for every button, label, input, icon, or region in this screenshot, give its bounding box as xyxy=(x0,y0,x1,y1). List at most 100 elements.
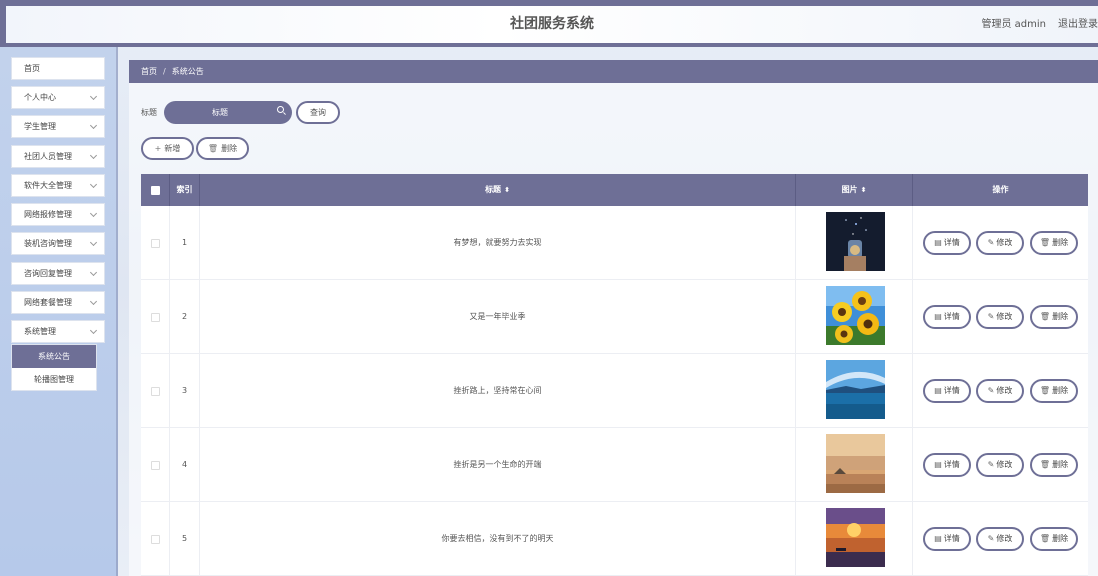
search-icon[interactable] xyxy=(277,106,284,113)
detail-button[interactable]: ▤ 详情 xyxy=(923,527,971,551)
logout-link[interactable]: 退出登录 xyxy=(1058,6,1098,43)
breadcrumb: 首页 / 系统公告 xyxy=(129,60,1098,83)
sidebar-item-network-plans[interactable]: 网络套餐管理 xyxy=(11,291,105,314)
trash-icon: 🗑 xyxy=(1039,386,1051,395)
title-cell: 你要去相信，没有到不了的明天 xyxy=(200,502,796,576)
document-icon: ▤ xyxy=(934,534,942,543)
index-cell: 1 xyxy=(170,206,200,280)
announcement-image xyxy=(826,360,885,419)
delete-button[interactable]: 🗑 删除 xyxy=(196,137,249,160)
pencil-icon: ✎ xyxy=(987,386,995,395)
row-checkbox[interactable] xyxy=(151,535,160,544)
header: 社团服务系统 管理员 admin 退出登录 xyxy=(6,6,1098,43)
delete-label: 删除 xyxy=(1052,460,1069,469)
image-cell xyxy=(796,428,913,502)
submenu-item-announcements[interactable]: 系统公告 xyxy=(12,345,96,368)
image-cell xyxy=(796,280,913,354)
row-checkbox[interactable] xyxy=(151,313,160,322)
announcement-image xyxy=(826,286,885,345)
breadcrumb-separator: / xyxy=(163,67,166,76)
delete-row-button[interactable]: 🗑 删除 xyxy=(1030,305,1078,329)
trash-icon: 🗑 xyxy=(207,144,219,153)
trash-icon: 🗑 xyxy=(1039,534,1051,543)
sidebar-item-install-consult[interactable]: 装机咨询管理 xyxy=(11,232,105,255)
title-cell: 挫折是另一个生命的开端 xyxy=(200,428,796,502)
image-cell xyxy=(796,354,913,428)
table-row: 1 有梦想，就要努力去实现 ▤ 详情 ✎ 修改 🗑 删除 xyxy=(141,206,1088,280)
sidebar-item-profile[interactable]: 个人中心 xyxy=(11,86,105,109)
edit-label: 修改 xyxy=(996,238,1013,247)
plus-icon: + xyxy=(154,144,162,153)
breadcrumb-current: 系统公告 xyxy=(171,67,204,76)
row-checkbox[interactable] xyxy=(151,239,160,248)
edit-label: 修改 xyxy=(996,386,1013,395)
delete-label: 删除 xyxy=(1052,534,1069,543)
ops-cell: ▤ 详情 ✎ 修改 🗑 删除 xyxy=(913,280,1088,354)
document-icon: ▤ xyxy=(934,238,942,247)
chevron-down-icon xyxy=(89,209,98,218)
detail-label: 详情 xyxy=(943,534,960,543)
search-input[interactable]: 标题 xyxy=(164,101,292,124)
index-cell: 5 xyxy=(170,502,200,576)
sidebar-item-home[interactable]: 首页 xyxy=(11,57,105,80)
row-checkbox[interactable] xyxy=(151,461,160,470)
edit-button[interactable]: ✎ 修改 xyxy=(976,527,1024,551)
chevron-down-icon xyxy=(89,92,98,101)
detail-button[interactable]: ▤ 详情 xyxy=(923,305,971,329)
edit-label: 修改 xyxy=(996,460,1013,469)
title-cell: 又是一年毕业季 xyxy=(200,280,796,354)
row-checkbox[interactable] xyxy=(151,387,160,396)
sidebar-item-consult-reply[interactable]: 咨询回复管理 xyxy=(11,262,105,285)
query-button[interactable]: 查询 xyxy=(296,101,340,124)
sidebar-item-system[interactable]: 系统管理 xyxy=(11,320,105,343)
search-label: 标题 xyxy=(141,108,157,117)
edit-button[interactable]: ✎ 修改 xyxy=(976,453,1024,477)
trash-icon: 🗑 xyxy=(1039,312,1051,321)
delete-row-button[interactable]: 🗑 删除 xyxy=(1030,231,1078,255)
detail-button[interactable]: ▤ 详情 xyxy=(923,453,971,477)
delete-row-button[interactable]: 🗑 删除 xyxy=(1030,379,1078,403)
add-button[interactable]: + 新增 xyxy=(141,137,194,160)
sidebar-item-label: 网络套餐管理 xyxy=(24,298,72,307)
ops-cell: ▤ 详情 ✎ 修改 🗑 删除 xyxy=(913,354,1088,428)
pencil-icon: ✎ xyxy=(987,534,995,543)
user-info: 管理员 admin xyxy=(981,19,1046,30)
edit-button[interactable]: ✎ 修改 xyxy=(976,379,1024,403)
sidebar-item-club-members[interactable]: 社团人员管理 xyxy=(11,145,105,168)
sidebar-item-label: 软件大全管理 xyxy=(24,181,72,190)
sidebar-item-network-repair[interactable]: 网络报修管理 xyxy=(11,203,105,226)
sidebar-item-label: 首页 xyxy=(24,64,40,73)
sidebar-item-label: 装机咨询管理 xyxy=(24,239,72,248)
chevron-down-icon xyxy=(89,297,98,306)
select-all-checkbox[interactable] xyxy=(151,186,160,195)
header-image[interactable]: 图片 ⬍ xyxy=(796,174,913,206)
edit-button[interactable]: ✎ 修改 xyxy=(976,305,1024,329)
header-ops: 操作 xyxy=(992,185,1009,194)
delete-row-button[interactable]: 🗑 删除 xyxy=(1030,453,1078,477)
table-header: 索引 标题 ⬍ 图片 ⬍ 操作 xyxy=(141,174,1088,206)
edit-button[interactable]: ✎ 修改 xyxy=(976,231,1024,255)
edit-label: 修改 xyxy=(996,534,1013,543)
table-row: 4 挫折是另一个生命的开端 ▤ 详情 ✎ 修改 🗑 删除 xyxy=(141,428,1088,502)
header-title[interactable]: 标题 ⬍ xyxy=(200,174,796,206)
detail-button[interactable]: ▤ 详情 xyxy=(923,379,971,403)
pencil-icon: ✎ xyxy=(987,460,995,469)
detail-label: 详情 xyxy=(943,238,960,247)
sort-icon: ⬍ xyxy=(860,186,867,194)
breadcrumb-home[interactable]: 首页 xyxy=(141,67,157,76)
delete-label: 删除 xyxy=(1052,386,1069,395)
delete-row-button[interactable]: 🗑 删除 xyxy=(1030,527,1078,551)
ops-cell: ▤ 详情 ✎ 修改 🗑 删除 xyxy=(913,206,1088,280)
table-row: 3 挫折路上，坚持常在心间 ▤ 详情 ✎ 修改 🗑 删除 xyxy=(141,354,1088,428)
edit-label: 修改 xyxy=(996,312,1013,321)
sidebar-item-software[interactable]: 软件大全管理 xyxy=(11,174,105,197)
submenu-item-carousel[interactable]: 轮播图管理 xyxy=(12,368,96,391)
sidebar-item-students[interactable]: 学生管理 xyxy=(11,115,105,138)
header-index: 索引 xyxy=(170,174,200,206)
trash-icon: 🗑 xyxy=(1039,460,1051,469)
select-cell xyxy=(141,206,170,280)
announcement-image xyxy=(826,434,885,493)
ops-cell: ▤ 详情 ✎ 修改 🗑 删除 xyxy=(913,502,1088,576)
detail-button[interactable]: ▤ 详情 xyxy=(923,231,971,255)
sidebar-item-label: 社团人员管理 xyxy=(24,152,72,161)
